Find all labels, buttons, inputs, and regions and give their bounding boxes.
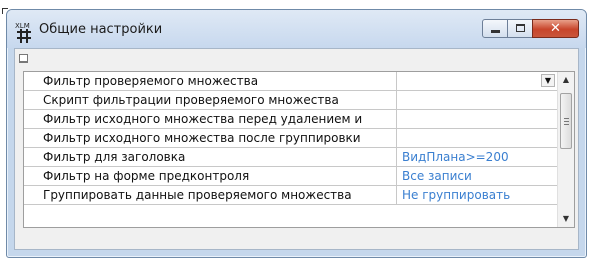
- property-name: Фильтр проверяемого множества: [24, 72, 397, 90]
- property-name: Скрипт фильтрации проверяемого множества: [24, 91, 397, 109]
- collapse-toggle-button[interactable]: [19, 54, 28, 63]
- close-icon: ✕: [550, 21, 561, 36]
- property-name: Группировать данные проверяемого множест…: [24, 186, 397, 204]
- scroll-down-button[interactable]: ▼: [558, 211, 574, 227]
- dropdown-arrow-icon[interactable]: ▼: [541, 74, 555, 87]
- property-value[interactable]: Все записи: [397, 167, 558, 185]
- minimize-icon: [491, 30, 500, 33]
- close-button[interactable]: ✕: [532, 19, 579, 38]
- property-row[interactable]: Фильтр для заголовка ВидПлана>=200: [24, 148, 558, 167]
- vertical-scrollbar[interactable]: ▲ ▼: [557, 72, 574, 227]
- window-client-area: Фильтр проверяемого множества ▼ Скрипт фил…: [14, 48, 579, 250]
- window-title: Общие настройки: [39, 22, 163, 37]
- property-row[interactable]: Фильтр проверяемого множества ▼: [24, 72, 558, 91]
- maximize-icon: [516, 24, 525, 32]
- property-value[interactable]: [397, 110, 558, 128]
- property-grid: Фильтр проверяемого множества ▼ Скрипт фил…: [23, 71, 575, 228]
- property-value[interactable]: Не группировать: [397, 186, 558, 204]
- property-value[interactable]: [397, 72, 558, 90]
- property-value[interactable]: [397, 91, 558, 109]
- property-row[interactable]: Скрипт фильтрации проверяемого множества: [24, 91, 558, 110]
- property-row[interactable]: Фильтр исходного множества после группир…: [24, 129, 558, 148]
- scroll-thumb[interactable]: [560, 93, 572, 149]
- property-value[interactable]: [397, 129, 558, 147]
- property-row[interactable]: Фильтр исходного множества перед удалени…: [24, 110, 558, 129]
- thumb-grip-icon: [564, 124, 569, 125]
- settings-window: XLM Общие настройки ✕ Фильтр проверяемог…: [6, 9, 587, 258]
- caption-buttons: ✕: [482, 19, 579, 39]
- minimize-button[interactable]: [482, 19, 508, 38]
- svg-text:XLM: XLM: [15, 22, 30, 30]
- thumb-grip-icon: [564, 121, 569, 122]
- property-name: Фильтр исходного множества перед удалени…: [24, 110, 397, 128]
- status-bar: [15, 229, 578, 249]
- property-name: Фильтр на форме предконтроля: [24, 167, 397, 185]
- maximize-button[interactable]: [507, 19, 533, 38]
- title-bar[interactable]: XLM Общие настройки ✕: [7, 10, 586, 48]
- property-name: Фильтр для заголовка: [24, 148, 397, 166]
- property-row[interactable]: Фильтр на форме предконтроля Все записи: [24, 167, 558, 186]
- scroll-up-button[interactable]: ▲: [558, 72, 574, 88]
- property-row[interactable]: Группировать данные проверяемого множест…: [24, 186, 558, 205]
- thumb-grip-icon: [564, 118, 569, 119]
- property-name: Фильтр исходного множества после группир…: [24, 129, 397, 147]
- toolbar: [15, 49, 578, 69]
- xlm-app-icon: XLM: [15, 22, 31, 43]
- property-value[interactable]: ВидПлана>=200: [397, 148, 558, 166]
